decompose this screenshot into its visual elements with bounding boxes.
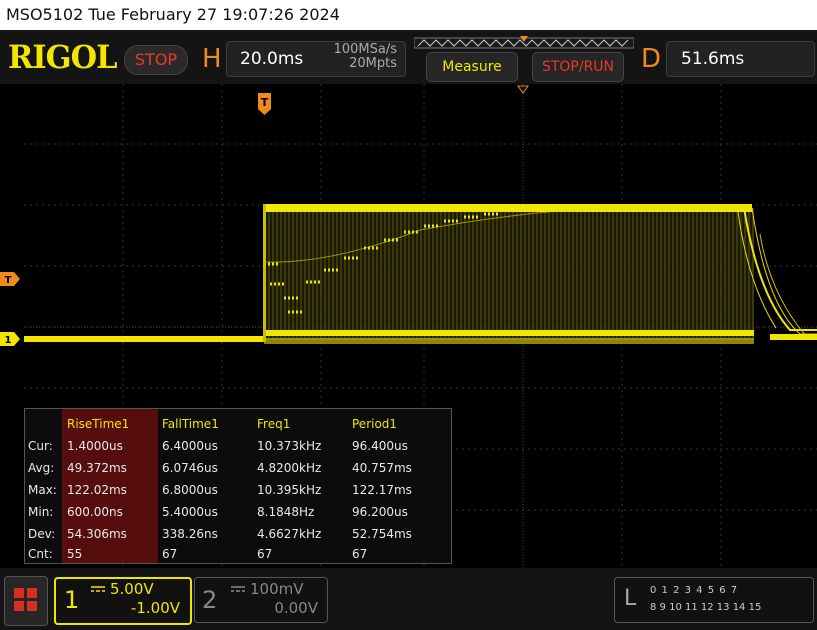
rigol-logo: RIGOL <box>8 38 118 76</box>
channel1-ground-marker: 1 <box>0 332 20 346</box>
row-label-avg: Avg: <box>28 461 55 475</box>
measurement-table[interactable]: Cur: Avg: Max: Min: Dev: Cnt: RiseTime1 … <box>24 408 452 564</box>
stop-run-button[interactable]: STOP/RUN <box>532 52 624 82</box>
channel1-waveform <box>24 204 817 344</box>
channel1-number: 1 <box>64 586 80 614</box>
dc-coupling-icon <box>91 586 105 592</box>
logic-analyzer-settings[interactable] <box>614 577 814 623</box>
measurement-value: 6.0746us <box>162 461 218 475</box>
channel2-scale: 100mV <box>250 580 304 598</box>
measurement-value: 67 <box>352 547 368 561</box>
channel2-offset: 0.00V <box>274 599 318 617</box>
row-label-cur: Cur: <box>28 439 53 453</box>
status-line: MSO5102 Tue February 27 19:07:26 2024 <box>0 0 817 30</box>
trigger-level-marker: T <box>0 272 20 286</box>
main-menu-button[interactable] <box>4 576 48 626</box>
measurement-value: 96.400us <box>352 439 408 453</box>
measurement-value: 96.200us <box>352 505 408 519</box>
measurement-value: 8.1848Hz <box>257 505 315 519</box>
measurement-value: 40.757ms <box>352 461 412 475</box>
channel2-number: 2 <box>202 586 218 614</box>
dc-coupling-icon <box>231 586 245 592</box>
row-label-max: Max: <box>28 483 57 497</box>
col-header-risetime[interactable]: RiseTime1 <box>67 417 129 431</box>
trigger-position-icon: T <box>258 93 271 115</box>
col-header-freq[interactable]: Freq1 <box>257 417 290 431</box>
col-header-falltime[interactable]: FallTime1 <box>162 417 219 431</box>
measurement-value: 5.4000us <box>162 505 218 519</box>
delay-letter: D <box>641 44 662 74</box>
horizontal-letter: H <box>202 44 222 74</box>
row-label-dev: Dev: <box>28 527 56 541</box>
measurement-value: 4.8200kHz <box>257 461 322 475</box>
measurement-value: 54.306ms <box>67 527 127 541</box>
logic-channels-row2: 8 9 10 11 12 13 14 15 <box>650 602 762 613</box>
channel1-offset: -1.00V <box>130 599 180 617</box>
col-header-period[interactable]: Period1 <box>352 417 397 431</box>
measurement-value: 4.6627kHz <box>257 527 322 541</box>
measurement-value: 600.00ns <box>67 505 123 519</box>
memory-depth: 20Mpts <box>349 56 397 71</box>
measurement-value: 338.26ns <box>162 527 218 541</box>
logic-letter: L <box>624 586 637 611</box>
measurement-value: 67 <box>257 547 273 561</box>
measurement-value: 52.754ms <box>352 527 412 541</box>
row-label-cnt: Cnt: <box>28 547 53 561</box>
measurement-value: 49.372ms <box>67 461 127 475</box>
svg-text:T: T <box>5 275 12 286</box>
delay-value: 51.6ms <box>681 49 745 69</box>
measurement-value: 1.4000us <box>67 439 123 453</box>
measurement-value: 10.373kHz <box>257 439 322 453</box>
measurement-value: 6.8000us <box>162 483 218 497</box>
measurement-value: 122.17ms <box>352 483 412 497</box>
sample-rate: 100MSa/s <box>333 42 397 57</box>
measurement-value: 55 <box>67 547 83 561</box>
measurement-value: 6.4000us <box>162 439 218 453</box>
measurement-value: 122.02ms <box>67 483 127 497</box>
waveform-position-strip <box>414 36 634 49</box>
grid-menu-icon <box>14 588 37 611</box>
status-text: MSO5102 Tue February 27 19:07:26 2024 <box>6 5 340 24</box>
svg-text:T: T <box>261 96 269 109</box>
svg-text:1: 1 <box>5 335 12 346</box>
row-label-min: Min: <box>28 505 54 519</box>
measurement-value: 10.395kHz <box>257 483 322 497</box>
run-state-button[interactable]: STOP <box>124 45 188 75</box>
measure-button[interactable]: Measure <box>426 52 518 82</box>
channel1-scale: 5.00V <box>110 580 154 598</box>
logic-channels-row1: 0 1 2 3 4 5 6 7 <box>650 585 739 596</box>
timebase-value: 20.0ms <box>240 49 304 69</box>
measurement-value: 67 <box>162 547 178 561</box>
